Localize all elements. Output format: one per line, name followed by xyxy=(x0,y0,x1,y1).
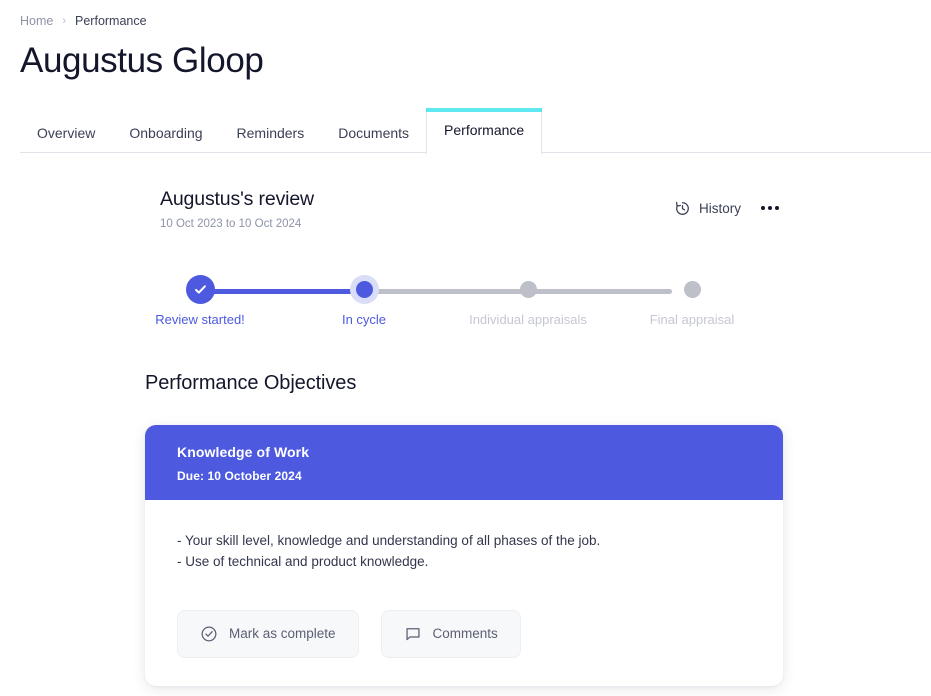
breadcrumb-current: Performance xyxy=(75,14,147,28)
more-options-button[interactable] xyxy=(757,202,783,214)
kebab-dot-icon xyxy=(768,206,772,210)
objective-description-line: - Your skill level, knowledge and unders… xyxy=(177,530,751,551)
tab-performance[interactable]: Performance xyxy=(426,108,542,154)
tab-label: Documents xyxy=(338,125,409,141)
stepper-dot-wrap xyxy=(304,268,424,312)
stepper-pending-dot xyxy=(684,281,701,298)
tab-label: Reminders xyxy=(237,125,305,141)
stepper-dot-wrap xyxy=(632,268,752,312)
performance-objectives-heading: Performance Objectives xyxy=(145,372,931,395)
tab-reminders[interactable]: Reminders xyxy=(220,114,322,153)
tab-list: Overview Onboarding Reminders Documents Perf… xyxy=(20,108,931,153)
comments-button[interactable]: Comments xyxy=(381,610,521,658)
mark-as-complete-button[interactable]: Mark as complete xyxy=(177,610,359,658)
objective-card: Knowledge of Work Due: 10 October 2024 - Y… xyxy=(145,425,783,686)
kebab-dot-icon xyxy=(775,206,779,210)
stepper-dot-wrap xyxy=(140,268,260,312)
stepper-step-label: Individual appraisals xyxy=(468,312,588,327)
check-circle-icon xyxy=(200,625,218,643)
page-title: Augustus Gloop xyxy=(20,42,931,81)
kebab-dot-icon xyxy=(761,206,765,210)
stepper-step[interactable]: Individual appraisals xyxy=(468,268,588,327)
breadcrumb-separator-icon: › xyxy=(62,16,66,27)
tab-onboarding[interactable]: Onboarding xyxy=(112,114,219,153)
tab-label: Onboarding xyxy=(129,125,202,141)
review-header-actions: History xyxy=(672,188,783,221)
breadcrumb-home-link[interactable]: Home xyxy=(20,14,53,28)
tab-documents[interactable]: Documents xyxy=(321,114,426,153)
objective-title: Knowledge of Work xyxy=(177,444,751,460)
breadcrumb: Home › Performance xyxy=(0,0,931,30)
stepper-step[interactable]: Final appraisal xyxy=(632,268,752,327)
review-header: Augustus's review 10 Oct 2023 to 10 Oct … xyxy=(0,188,931,230)
comments-label: Comments xyxy=(433,627,498,641)
stepper-step-label: Final appraisal xyxy=(632,312,752,327)
comment-bubble-icon xyxy=(404,625,422,643)
review-title: Augustus's review xyxy=(160,188,672,211)
stepper-step[interactable]: In cycle xyxy=(304,268,424,327)
stepper-step[interactable]: Review started! xyxy=(140,268,260,327)
review-header-text: Augustus's review 10 Oct 2023 to 10 Oct … xyxy=(160,188,672,230)
objective-card-list: Knowledge of Work Due: 10 October 2024 - Y… xyxy=(145,425,931,686)
history-icon xyxy=(674,200,691,217)
objective-card-header: Knowledge of Work Due: 10 October 2024 xyxy=(145,425,783,500)
mark-as-complete-label: Mark as complete xyxy=(229,627,336,641)
tab-label: Overview xyxy=(37,125,95,141)
objective-description-line: - Use of technical and product knowledge… xyxy=(177,551,751,572)
tab-strip: Overview Onboarding Reminders Documents Perf… xyxy=(0,108,931,153)
stepper-step-label: Review started! xyxy=(140,312,260,327)
review-panel: Augustus's review 10 Oct 2023 to 10 Oct … xyxy=(0,153,931,340)
history-button-label: History xyxy=(699,201,741,216)
stepper-dot-wrap xyxy=(468,268,588,312)
objective-actions: Mark as complete Comments xyxy=(177,610,751,658)
tab-overview[interactable]: Overview xyxy=(20,114,112,153)
stepper-step-label: In cycle xyxy=(304,312,424,327)
objective-due-date: Due: 10 October 2024 xyxy=(177,469,751,483)
performance-objectives-section: Performance Objectives Knowledge of Work… xyxy=(0,372,931,686)
review-progress-stepper: Review started! In cycle Individual apprai… xyxy=(0,268,931,340)
tab-label: Performance xyxy=(444,122,524,138)
review-date-range: 10 Oct 2023 to 10 Oct 2024 xyxy=(160,218,672,230)
objective-card-body: - Your skill level, knowledge and unders… xyxy=(145,500,783,686)
stepper-complete-dot xyxy=(186,275,215,304)
check-icon xyxy=(193,282,208,297)
stepper-current-dot xyxy=(350,275,379,304)
history-button[interactable]: History xyxy=(672,196,743,221)
stepper-pending-dot xyxy=(520,281,537,298)
